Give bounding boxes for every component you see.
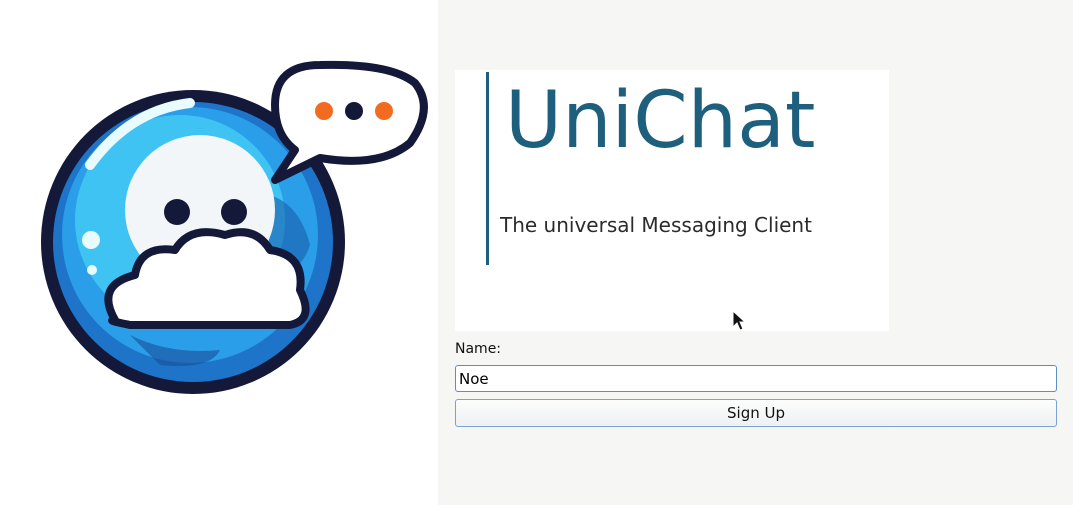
logo-panel [0, 0, 438, 505]
mouse-pointer-icon [732, 310, 746, 331]
banner-divider [486, 72, 489, 265]
app-subtitle: The universal Messaging Client [500, 213, 812, 237]
name-label: Name: [455, 341, 502, 357]
brand-banner: UniChat The universal Messaging Client [455, 70, 889, 331]
name-input[interactable] [455, 365, 1057, 392]
globe-chat-logo-icon [41, 60, 428, 394]
app-title: UniChat [505, 76, 816, 166]
app-window: UniChat The universal Messaging Client N… [0, 0, 1073, 505]
sign-up-button[interactable]: Sign Up [455, 399, 1057, 427]
